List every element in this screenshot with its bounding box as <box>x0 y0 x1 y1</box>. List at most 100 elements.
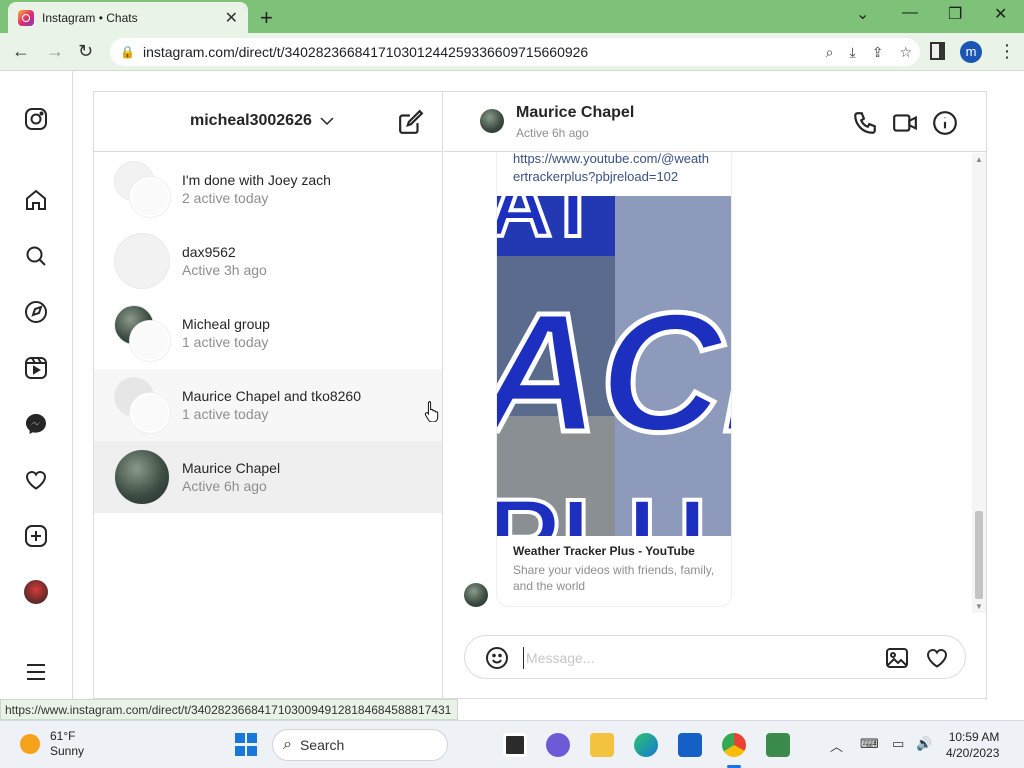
clock-time: 10:59 AM <box>948 730 1000 744</box>
thread-item[interactable]: dax9562 Active 3h ago <box>94 225 442 297</box>
avatar <box>114 233 170 289</box>
close-window-icon[interactable]: ✕ <box>994 4 1007 24</box>
scroll-up-icon[interactable]: ▲ <box>975 155 983 164</box>
chat-avatar[interactable] <box>480 109 504 133</box>
thread-name: Maurice Chapel <box>182 460 281 476</box>
thread-name: I'm done with Joey zach <box>182 172 331 188</box>
thread-status: Active 6h ago <box>182 478 267 494</box>
notifications-heart-icon[interactable] <box>24 468 48 492</box>
search-icon[interactable] <box>24 244 48 268</box>
profile-avatar-icon[interactable] <box>24 580 48 604</box>
close-tab-icon[interactable]: ✕ <box>225 8 238 28</box>
account-switcher[interactable]: micheal3002626 <box>190 112 312 130</box>
browser-toolbar: ← → ↻ 🔒 instagram.com/direct/t/340282366… <box>0 33 1024 71</box>
message-scrollbar[interactable]: ▲ ▼ <box>972 153 986 613</box>
microsoft-store-icon[interactable] <box>678 733 702 757</box>
new-message-icon[interactable] <box>398 109 424 135</box>
bookmark-star-icon[interactable]: ☆ <box>899 44 912 61</box>
image-upload-icon[interactable] <box>885 646 909 670</box>
volume-icon[interactable]: 🔊 <box>916 736 932 752</box>
file-explorer-icon[interactable] <box>590 733 614 757</box>
home-icon[interactable] <box>24 188 48 212</box>
messenger-icon[interactable] <box>24 412 48 436</box>
link-preview-title[interactable]: Weather Tracker Plus - YouTube <box>497 536 731 562</box>
reels-icon[interactable] <box>24 356 48 380</box>
message-input[interactable] <box>523 647 863 669</box>
scroll-down-icon[interactable]: ▼ <box>975 602 983 611</box>
app-icon[interactable] <box>766 733 790 757</box>
thread-item[interactable]: Maurice Chapel and tko8260 1 active toda… <box>94 369 442 441</box>
edge-browser-icon[interactable] <box>634 733 658 757</box>
forward-icon[interactable]: → <box>46 41 64 62</box>
task-view-icon[interactable] <box>503 733 527 757</box>
weather-widget[interactable]: 61°F Sunny <box>20 729 84 759</box>
chat-status: Active 6h ago <box>516 126 589 140</box>
thread-item[interactable]: I'm done with Joey zach 2 active today <box>94 153 442 225</box>
taskbar-search[interactable]: ⌕ Search <box>272 729 448 761</box>
install-icon[interactable]: ⤓ <box>850 44 856 61</box>
more-menu-icon[interactable]: ⋮ <box>998 41 1016 62</box>
sender-avatar[interactable] <box>464 583 488 607</box>
link-preview-image[interactable]: AT ACK PLU <box>497 196 731 536</box>
reload-icon[interactable]: ↻ <box>78 41 93 62</box>
conversation-header: Maurice Chapel Active 6h ago <box>444 92 986 152</box>
sun-icon <box>20 734 40 754</box>
weather-temp: 61°F <box>50 729 76 743</box>
side-panel-icon[interactable] <box>930 42 945 60</box>
thread-status: 1 active today <box>182 406 269 422</box>
share-icon[interactable]: ⇪ <box>872 44 884 61</box>
thread-item[interactable]: Micheal group 1 active today <box>94 297 442 369</box>
group-avatar <box>114 305 170 361</box>
avatar <box>114 449 170 505</box>
conversation: Maurice Chapel Active 6h ago https://www… <box>444 92 986 698</box>
like-heart-icon[interactable] <box>925 646 949 670</box>
chevron-down-icon[interactable] <box>318 112 336 130</box>
instagram-nav-rail <box>0 71 73 699</box>
create-plus-icon[interactable] <box>24 524 48 548</box>
minimize-icon[interactable]: — <box>902 4 918 22</box>
weather-condition: Sunny <box>50 744 85 758</box>
keyboard-icon[interactable]: ⌨ <box>860 736 879 752</box>
group-avatar <box>114 161 170 217</box>
tab-search-chevron-icon[interactable]: ⌄ <box>856 4 869 24</box>
thread-list: micheal3002626 I'm done with Joey zach 2… <box>94 92 443 698</box>
browser-tab[interactable]: Instagram • Chats ✕ <box>8 2 248 33</box>
scrollbar-thumb[interactable] <box>975 511 983 599</box>
shared-link[interactable]: https://www.youtube.com/@weathertrackerp… <box>497 153 731 196</box>
system-clock[interactable]: 10:59 AM 4/20/2023 <box>946 729 999 761</box>
thread-status: 1 active today <box>182 334 269 350</box>
restore-icon[interactable]: ❐ <box>948 4 962 24</box>
chrome-icon[interactable] <box>722 733 746 757</box>
info-icon[interactable] <box>932 110 958 136</box>
chat-name[interactable]: Maurice Chapel <box>516 104 634 122</box>
svg-text:AT: AT <box>497 196 600 256</box>
audio-call-icon[interactable] <box>852 110 878 136</box>
profile-avatar[interactable]: m <box>960 41 982 63</box>
link-preview-message[interactable]: https://www.youtube.com/@weathertrackerp… <box>496 153 732 607</box>
network-icon[interactable]: ▭ <box>892 736 904 752</box>
lock-icon[interactable]: 🔒 <box>120 45 135 59</box>
windows-start-icon[interactable] <box>235 733 259 757</box>
browser-tabstrip: Instagram • Chats ✕ + ⌄ — ❐ ✕ <box>0 0 1024 33</box>
windows-taskbar: 61°F Sunny ⌕ Search ︿ ⌨ ▭ 🔊 10:59 AM 4/2… <box>0 720 1024 768</box>
thread-name: Micheal group <box>182 316 270 332</box>
url-text[interactable]: instagram.com/direct/t/34028236684171030… <box>143 44 818 60</box>
thread-name: dax9562 <box>182 244 236 260</box>
new-tab-icon[interactable]: + <box>260 5 273 31</box>
thread-item-selected[interactable]: Maurice Chapel Active 6h ago <box>94 441 442 513</box>
address-bar[interactable]: 🔒 instagram.com/direct/t/340282366841710… <box>110 38 920 66</box>
explore-compass-icon[interactable] <box>24 300 48 324</box>
video-call-icon[interactable] <box>892 110 918 136</box>
teams-chat-icon[interactable] <box>546 733 570 757</box>
back-icon[interactable]: ← <box>12 41 30 62</box>
instagram-logo-icon[interactable] <box>24 107 48 131</box>
more-hamburger-icon[interactable] <box>24 660 48 684</box>
tray-chevron-up-icon[interactable]: ︿ <box>830 736 843 755</box>
message-composer <box>464 635 966 679</box>
search-icon[interactable]: ⌕ <box>826 44 834 61</box>
thread-status: 2 active today <box>182 190 269 206</box>
instagram-favicon-icon <box>18 9 34 26</box>
emoji-icon[interactable] <box>485 646 509 670</box>
taskbar-search-label: Search <box>299 737 345 753</box>
link-preview-description: Share your videos with friends, family, … <box>513 563 715 593</box>
